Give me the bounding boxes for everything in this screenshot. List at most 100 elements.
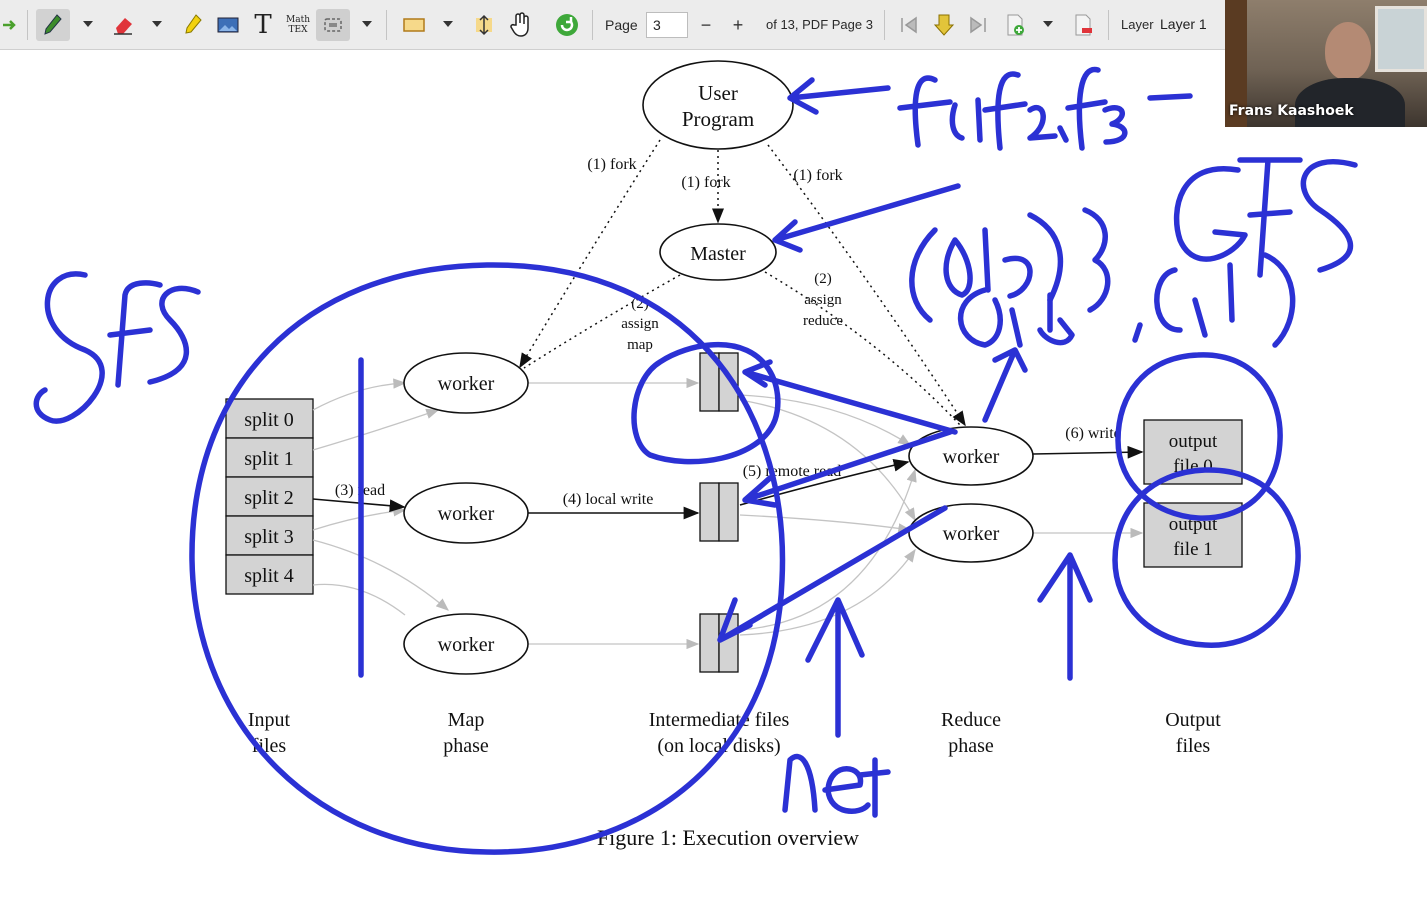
ink-word-net (782, 753, 891, 818)
ink-letter-f (107, 280, 163, 388)
layer-label: Layer (1121, 17, 1154, 32)
worker-label: worker (438, 634, 495, 656)
ink-f2-sub (1027, 105, 1069, 143)
assign-reduce-label-3: reduce (803, 313, 843, 329)
pen-icon[interactable] (36, 9, 70, 41)
page-number-input[interactable]: 3 (646, 12, 688, 38)
column-label-intermediate-1: Intermediate files (649, 709, 790, 731)
fork-reduce-worker-edge (767, 144, 966, 427)
ink-f1-f (897, 75, 953, 148)
add-page-icon[interactable] (999, 9, 1031, 41)
column-label-input-1: Input (248, 709, 291, 731)
ink-f2-f (982, 71, 1028, 151)
split-label: split 3 (244, 526, 293, 548)
image-icon[interactable] (212, 9, 244, 41)
assign-reduce-label-1: (2) (814, 271, 832, 287)
master-label: Master (690, 243, 746, 265)
document-canvas[interactable]: User Program Master (1) fork (1) fork (1… (0, 50, 1427, 901)
ink-arrow-to-master (772, 183, 961, 253)
ink-f3-f (1065, 66, 1108, 151)
tex-icon-label: TEX (288, 25, 308, 35)
split-label: split 2 (244, 487, 293, 509)
intermediate-files (699, 352, 739, 673)
pen-dropdown-chevron-down-icon[interactable] (83, 21, 93, 27)
split-label: split 0 (244, 409, 293, 431)
toolbar-separator (884, 10, 885, 40)
last-page-icon[interactable] (963, 9, 993, 41)
user-program-label-2: Program (682, 107, 754, 131)
highlighter-icon[interactable] (176, 9, 208, 41)
math-tex-icon[interactable]: Math TEX (282, 9, 314, 41)
column-label-map-1: Map (448, 709, 485, 731)
hand-icon[interactable] (504, 9, 536, 41)
split-label: split 4 (244, 565, 293, 587)
ink-f3-sub (1102, 105, 1128, 145)
eraser-dropdown-chevron-down-icon[interactable] (152, 21, 162, 27)
column-label-reduce-2: phase (948, 735, 994, 757)
assign-reduce-edge (764, 271, 961, 426)
write-edge (1032, 445, 1144, 459)
column-label-output-2: files (1176, 735, 1211, 757)
ink-tuple-b1 (982, 212, 1064, 303)
column-label-output-1: Output (1165, 709, 1221, 731)
ink-tuple-braces (957, 287, 1075, 348)
column-label-reduce-1: Reduce (941, 709, 1001, 731)
ink-letter-s (1300, 158, 1358, 273)
fork-label-left: (1) fork (587, 156, 636, 173)
worker-label: worker (943, 523, 1000, 545)
refresh-icon[interactable] (551, 9, 583, 41)
goto-page-icon[interactable] (929, 9, 959, 41)
toolbar-separator (386, 10, 387, 40)
ink-tuple-c1 (1132, 252, 1296, 348)
ink-f1-sub (949, 97, 983, 143)
ink-arrow-to-user-program (787, 77, 891, 115)
toolbar-separator (1108, 10, 1109, 40)
ink-dash (1147, 93, 1193, 101)
eraser-icon[interactable] (108, 9, 140, 41)
vertical-space-icon[interactable] (468, 9, 500, 41)
fork-label-mid: (1) fork (681, 174, 730, 191)
text-icon[interactable]: T (247, 9, 279, 41)
page-increment-button[interactable]: + (725, 12, 751, 38)
assign-map-label-3: map (627, 337, 653, 353)
select-object-icon[interactable] (316, 9, 350, 41)
page-count-label: of 13, PDF Page 3 (766, 17, 873, 32)
page-label: Page (605, 17, 638, 33)
output-file-1-label-2: file 1 (1173, 539, 1213, 560)
ink-arrow-to-tuples (982, 347, 1028, 423)
output-file-0-label-1: output (1169, 431, 1218, 452)
page-decrement-button[interactable]: − (693, 12, 719, 38)
rectangle-dropdown-chevron-down-icon[interactable] (443, 21, 453, 27)
assign-reduce-label-2: assign (804, 292, 842, 308)
redo-icon[interactable] (0, 9, 20, 41)
math-icon-label: Math (286, 15, 310, 25)
ink-brace (1082, 207, 1111, 313)
select-dropdown-chevron-down-icon[interactable] (362, 21, 372, 27)
ink-letter-g (1173, 165, 1248, 262)
ink-arrow-net (805, 597, 865, 738)
ink-letter-g (33, 271, 105, 424)
ink-arrow-to-file-2 (717, 505, 948, 643)
worker-label: worker (438, 503, 495, 525)
ink-letter-s (147, 285, 201, 385)
user-program-label-1: User (698, 81, 738, 105)
user-program-node (642, 60, 794, 150)
fork-label-right: (1) fork (793, 167, 842, 184)
worker-label: worker (943, 446, 1000, 468)
figure-caption: Figure 1: Execution overview (597, 825, 859, 850)
input-splits: split 0 split 1 split 2 split 3 split 4 (225, 398, 314, 595)
delete-page-icon[interactable] (1067, 9, 1099, 41)
toolbar-separator (592, 10, 593, 40)
column-label-map-2: phase (443, 735, 489, 757)
toolbar-separator (27, 10, 28, 40)
rectangle-select-icon[interactable] (398, 9, 430, 41)
assign-map-label-2: assign (621, 316, 659, 332)
write-label: (6) write (1065, 425, 1121, 442)
add-page-dropdown-chevron-down-icon[interactable] (1043, 21, 1053, 27)
layer-select[interactable]: Layer 1 (1158, 12, 1218, 38)
worker-label: worker (438, 373, 495, 395)
first-page-icon[interactable] (894, 9, 924, 41)
split-label: split 1 (244, 448, 293, 470)
ink-arrow-output (1037, 552, 1093, 681)
toolbar: T Math TEX Page 3 − + of 13, PDF Page 3 … (0, 0, 1225, 50)
